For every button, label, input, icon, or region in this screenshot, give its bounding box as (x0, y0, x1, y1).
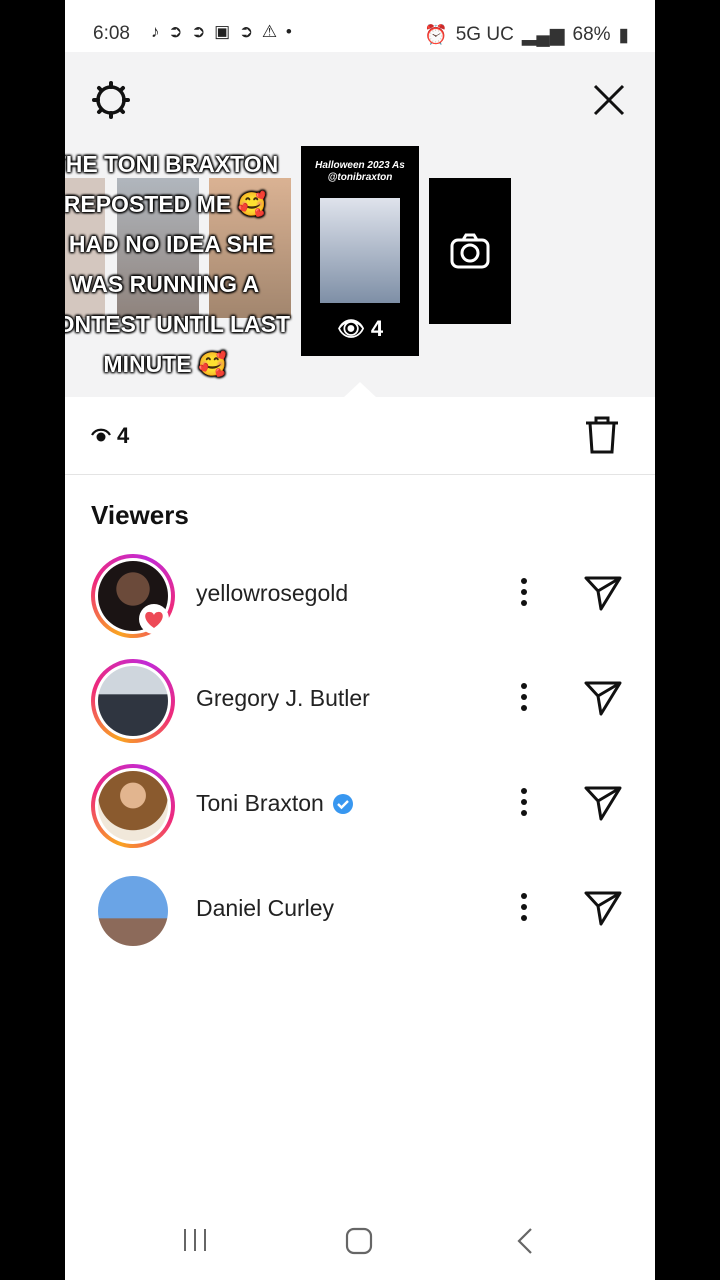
avatar[interactable] (91, 659, 175, 743)
viewer-row[interactable]: Daniel Curley (65, 866, 655, 956)
recents-icon[interactable] (180, 1227, 210, 1253)
story-photo (320, 198, 400, 303)
send-icon[interactable] (583, 573, 623, 613)
avatar[interactable] (91, 869, 175, 953)
close-icon[interactable] (591, 82, 627, 118)
viewer-row[interactable]: Gregory J. Butler (65, 656, 655, 746)
view-count: 4 (117, 423, 130, 448)
more-icon[interactable] (514, 576, 534, 608)
viewer-name[interactable]: Toni Braxton (196, 790, 354, 817)
send-icon[interactable] (583, 678, 623, 718)
phone-screen: 6:08 ♪ ➲ ➲ ▣ ➲ ⚠ • ⏰ 5G UC ▂▄▆ 68% ▮ Hal… (65, 0, 655, 1280)
camera-icon (450, 233, 490, 269)
story-strip-panel: Halloween 2023 As @tonibraxton 👁 4 THE T… (65, 52, 655, 398)
notification-icons: ♪ ➲ ➲ ▣ ➲ ⚠ • (151, 22, 294, 41)
story-stats-row: 4 (65, 397, 655, 475)
trash-icon[interactable] (583, 415, 621, 455)
battery-label: 68% (572, 24, 611, 45)
signal-icon: ▂▄▆ (521, 24, 565, 46)
network-label: 5G UC (455, 24, 514, 45)
viewer-name[interactable]: Gregory J. Butler (196, 685, 370, 712)
more-icon[interactable] (514, 786, 534, 818)
avatar[interactable] (91, 554, 175, 638)
status-right: ⏰ 5G UC ▂▄▆ 68% ▮ (424, 23, 629, 47)
avatar[interactable] (91, 764, 175, 848)
viewer-row[interactable]: yellowrosegold (65, 551, 655, 641)
add-story-button[interactable] (429, 178, 511, 324)
send-icon[interactable] (583, 888, 623, 928)
home-icon[interactable] (345, 1227, 373, 1255)
status-bar: 6:08 ♪ ➲ ➲ ▣ ➲ ⚠ • ⏰ 5G UC ▂▄▆ 68% ▮ (65, 0, 655, 52)
heart-icon (139, 604, 169, 634)
viewer-name[interactable]: yellowrosegold (196, 580, 348, 607)
verified-icon (332, 793, 353, 814)
viewer-name[interactable]: Daniel Curley (196, 895, 334, 922)
story-thumbnail-selected[interactable]: Halloween 2023 As @tonibraxton 👁 4 (301, 146, 419, 356)
story-view-count: 👁 4 (336, 316, 384, 341)
overlay-caption: THE TONI BRAXTON REPOSTED ME 🥰 I HAD NO … (65, 151, 290, 377)
back-icon[interactable] (513, 1227, 537, 1255)
more-icon[interactable] (514, 681, 534, 713)
story-thumbnail-title: Halloween 2023 As @tonibraxton (315, 160, 405, 183)
send-icon[interactable] (583, 783, 623, 823)
gear-icon[interactable] (91, 80, 131, 120)
eye-icon: 👁 (336, 316, 365, 341)
viewers-heading: Viewers (91, 500, 189, 530)
eye-icon (91, 428, 111, 442)
more-icon[interactable] (514, 891, 534, 923)
battery-icon: ▮ (618, 24, 629, 46)
status-time: 6:08 (93, 23, 130, 44)
viewer-row[interactable]: Toni Braxton (65, 761, 655, 851)
system-nav-bar (65, 1200, 655, 1280)
alarm-icon: ⏰ (424, 25, 448, 46)
selection-pointer (343, 382, 377, 398)
